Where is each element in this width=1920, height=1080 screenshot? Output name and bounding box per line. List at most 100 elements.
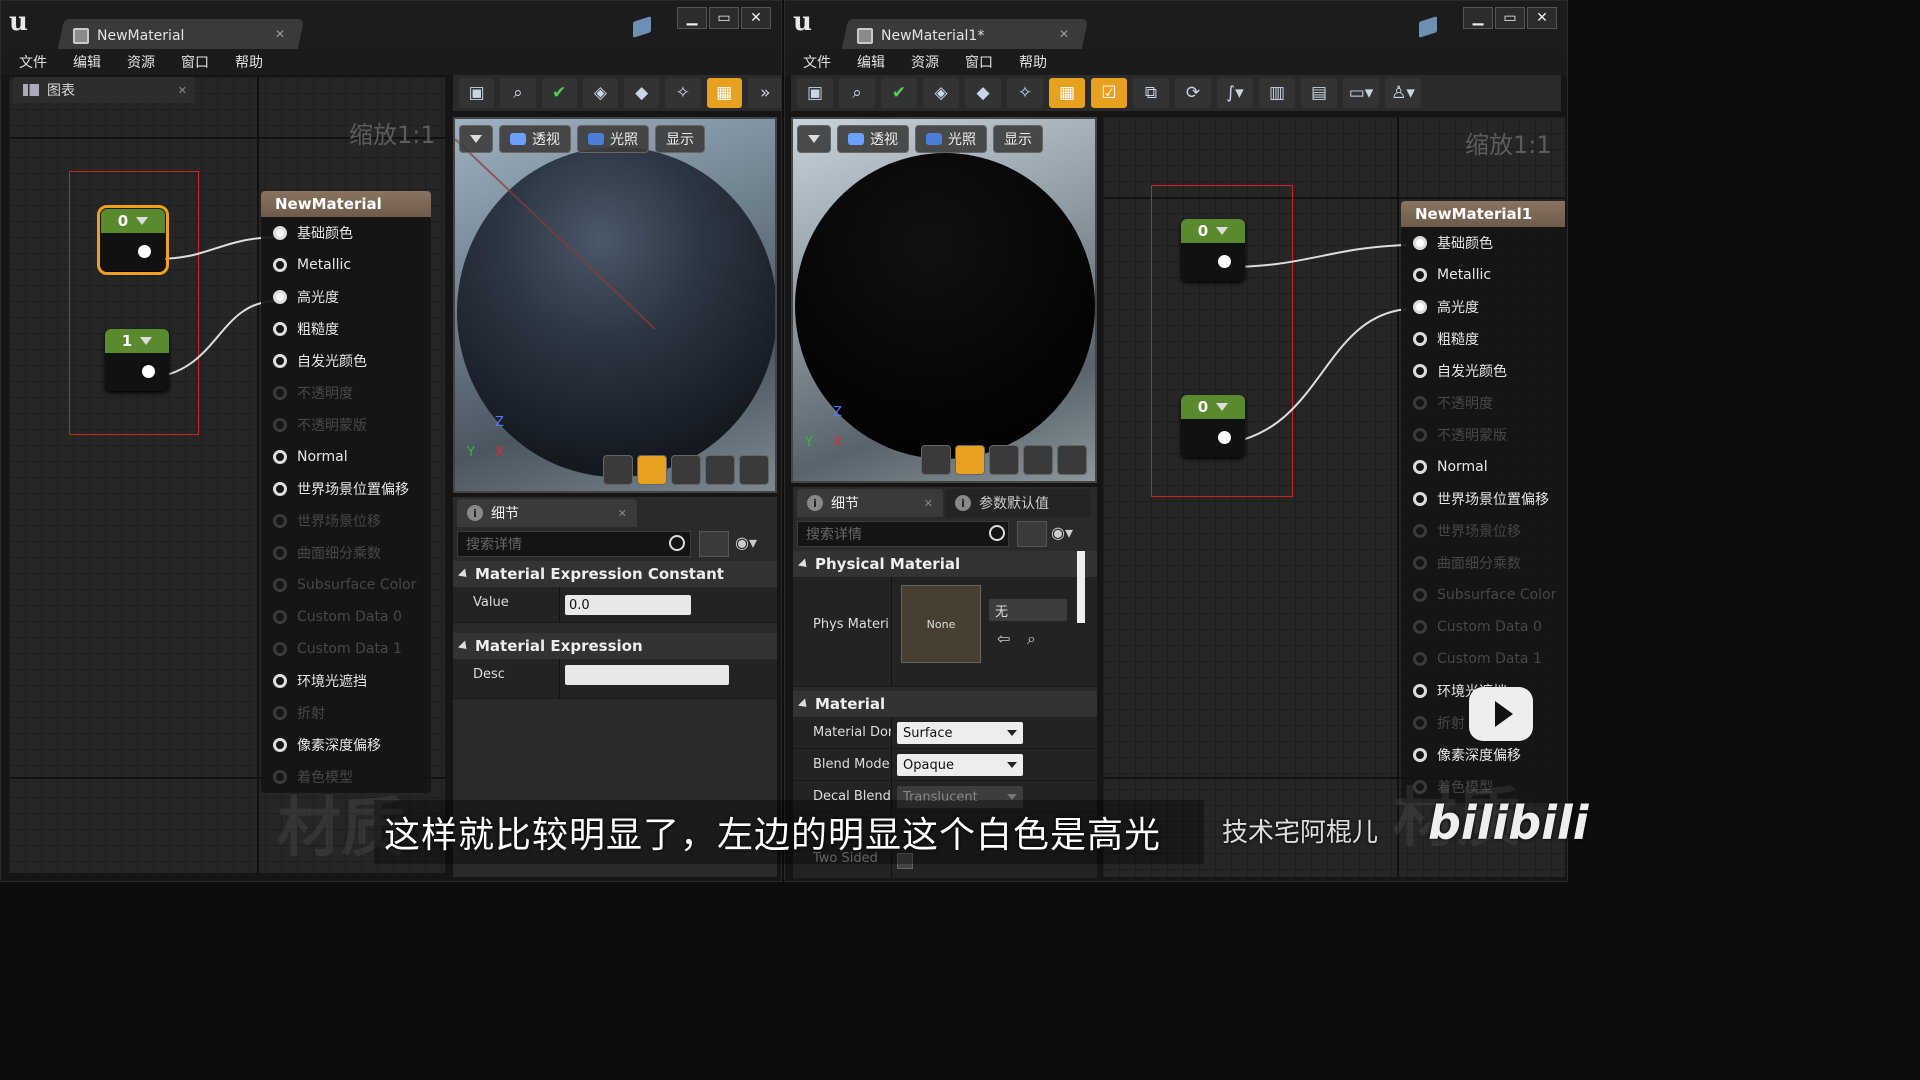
tab-close-icon[interactable]: ✕ (1059, 27, 1069, 41)
column-divider[interactable] (891, 749, 892, 780)
menu-help[interactable]: 帮助 (1019, 52, 1047, 72)
connectors-icon[interactable]: ▦ (706, 78, 742, 108)
home-icon[interactable]: ◆ (624, 78, 660, 108)
pin-connector[interactable] (1413, 492, 1427, 506)
menu-file[interactable]: 文件 (803, 52, 831, 72)
pin-ambient-occlusion[interactable]: 环境光遮挡 (261, 665, 431, 697)
mesh-icon[interactable] (739, 455, 769, 485)
maximize-icon[interactable]: ▭ (1495, 7, 1525, 29)
phys-material-combo[interactable]: 无 (989, 599, 1067, 621)
column-divider[interactable] (891, 717, 892, 748)
viewport-options-button[interactable] (797, 125, 831, 153)
pin-base-color[interactable]: 基础颜色 (1401, 227, 1565, 259)
pin-connector[interactable] (273, 322, 287, 336)
collapse-arrow-icon[interactable] (1216, 403, 1229, 411)
home-icon[interactable]: ◆ (965, 78, 1001, 108)
more-icon[interactable]: » (747, 78, 781, 108)
constant-node-0[interactable]: 0 (97, 205, 169, 275)
video-play-icon[interactable] (1469, 687, 1533, 741)
menu-asset[interactable]: 资源 (127, 52, 155, 72)
parameter-defaults-tab[interactable]: i 参数默认值 (945, 489, 1091, 517)
menu-window[interactable]: 窗口 (965, 52, 993, 72)
pin-world-position-offset[interactable]: 世界场景位置偏移 (261, 473, 431, 505)
browse-asset-icon[interactable]: ⌕ (1027, 629, 1036, 649)
clean-up-icon[interactable]: ✧ (1007, 78, 1043, 108)
sphere-icon[interactable] (955, 445, 985, 475)
save-icon[interactable]: ▣ (459, 78, 495, 108)
pin-normal[interactable]: Normal (261, 441, 431, 473)
search-icon[interactable]: ◈ (923, 78, 959, 108)
material-result-node[interactable]: NewMaterial 基础颜色 Metallic 高光度 粗糙度 自发光颜色 … (261, 191, 431, 793)
pin-connector[interactable] (273, 354, 287, 368)
pin-roughness[interactable]: 粗糙度 (1401, 323, 1565, 355)
plane-icon[interactable] (671, 455, 701, 485)
perspective-button[interactable]: 透视 (499, 125, 571, 153)
pin-connector[interactable] (1413, 268, 1427, 282)
perspective-button[interactable]: 透视 (837, 125, 909, 153)
browse-icon[interactable]: ⌕ (839, 78, 875, 108)
column-divider[interactable] (559, 587, 560, 622)
live-update-icon[interactable]: ⟳ (1175, 78, 1211, 108)
pin-base-color[interactable]: 基础颜色 (261, 217, 431, 249)
save-icon[interactable]: ▣ (797, 78, 833, 108)
sphere-icon[interactable] (637, 455, 667, 485)
collapse-arrow-icon[interactable] (1216, 227, 1229, 235)
output-pin[interactable] (1218, 431, 1231, 444)
show-button[interactable]: 显示 (655, 125, 705, 153)
cube-icon[interactable] (705, 455, 735, 485)
category-constant[interactable]: Material Expression Constant (453, 561, 777, 587)
apply-icon[interactable]: ✔ (541, 78, 577, 108)
material-domain-select[interactable]: Surface (897, 722, 1023, 744)
output-pin[interactable] (138, 245, 151, 258)
details-tab[interactable]: i 细节 ✕ (797, 489, 943, 517)
value-input[interactable]: 0.0 (565, 595, 691, 615)
pin-metallic[interactable]: Metallic (261, 249, 431, 281)
clean-up-icon[interactable]: ✧ (665, 78, 701, 108)
blend-mode-select[interactable]: Opaque (897, 754, 1023, 776)
category-material[interactable]: Material (793, 691, 1097, 717)
minimize-icon[interactable]: ▁ (677, 7, 707, 29)
lit-button[interactable]: 光照 (915, 125, 987, 153)
menu-edit[interactable]: 编辑 (73, 52, 101, 72)
constant-node-1[interactable]: 1 (105, 329, 169, 391)
pin-specular[interactable]: 高光度 (261, 281, 431, 313)
pin-connector[interactable] (273, 258, 287, 272)
column-divider[interactable] (559, 659, 560, 698)
pin-pixel-depth-offset[interactable]: 像素深度偏移 (261, 729, 431, 761)
pin-connector[interactable] (273, 674, 287, 688)
details-tab[interactable]: i 细节 ✕ (457, 499, 637, 527)
unreal-logo-icon[interactable]: u (9, 7, 39, 37)
pin-connector[interactable] (273, 226, 287, 240)
apply-icon[interactable]: ✔ (881, 78, 917, 108)
pin-connector[interactable] (1413, 236, 1427, 250)
constant-node-0[interactable]: 0 (1181, 219, 1245, 281)
close-icon[interactable]: ✕ (1527, 7, 1557, 29)
use-selected-icon[interactable]: ⇦ (997, 629, 1010, 648)
pin-world-position-offset[interactable]: 世界场景位置偏移 (1401, 483, 1565, 515)
category-physical-material[interactable]: Physical Material (793, 551, 1097, 577)
feedback-icon[interactable] (633, 16, 651, 38)
pin-specular[interactable]: 高光度 (1401, 291, 1565, 323)
quality-level-icon[interactable]: ▭▾ (1343, 78, 1379, 108)
pin-connector[interactable] (273, 290, 287, 304)
browse-icon[interactable]: ⌕ (500, 78, 536, 108)
pin-connector[interactable] (1413, 332, 1427, 346)
lit-button[interactable]: 光照 (577, 125, 649, 153)
list-view-icon[interactable] (699, 531, 729, 557)
live-nodes-icon[interactable]: ⧉ (1133, 78, 1169, 108)
asset-thumbnail[interactable]: None (901, 585, 981, 663)
menu-help[interactable]: 帮助 (235, 52, 263, 72)
column-divider[interactable] (891, 577, 892, 686)
material-graph[interactable]: 图表 ✕ 缩放1:1 0 1 NewMaterial 基础颜色 Metallic… (9, 77, 445, 873)
pin-connector[interactable] (273, 738, 287, 752)
pin-connector[interactable] (1413, 684, 1427, 698)
material-graph[interactable]: 缩放1:1 0 0 NewMaterial1 基础颜色 Metallic 高光度… (1103, 117, 1565, 877)
category-expression[interactable]: Material Expression (453, 633, 777, 659)
pin-emissive[interactable]: 自发光颜色 (1401, 355, 1565, 387)
search-icon[interactable]: ◈ (582, 78, 618, 108)
visibility-icon[interactable]: ◉▾ (735, 533, 757, 552)
connectors-icon[interactable]: ▦ (1049, 78, 1085, 108)
menu-window[interactable]: 窗口 (181, 52, 209, 72)
feedback-icon[interactable] (1419, 16, 1437, 38)
hide-unused-icon[interactable]: ∫▾ (1217, 78, 1253, 108)
